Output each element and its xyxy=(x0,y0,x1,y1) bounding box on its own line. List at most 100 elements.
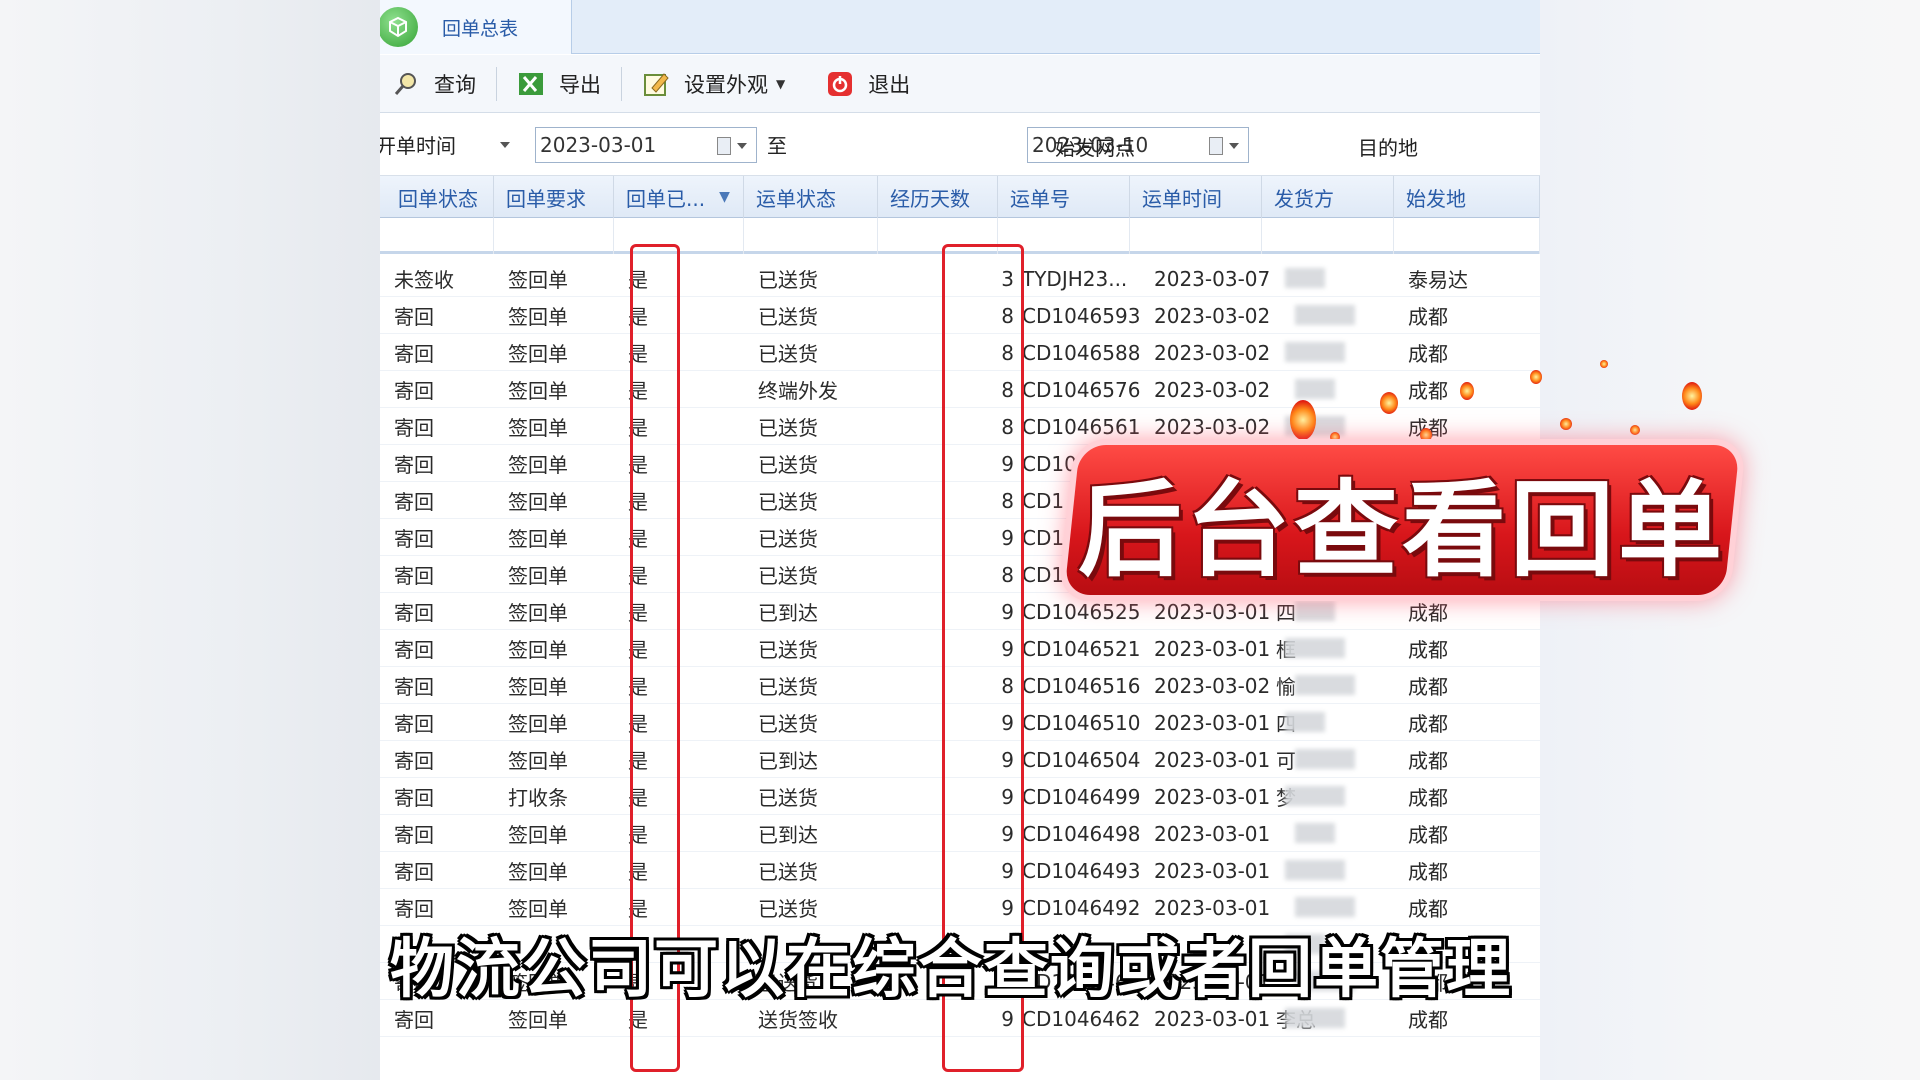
date-from-field[interactable]: 2023-03-01 xyxy=(535,126,757,163)
cell-origin: 泰易达 xyxy=(1408,268,1468,292)
cell-ship: 已送货 xyxy=(758,342,818,366)
appearance-label: 设置外观 xyxy=(684,72,768,97)
filter-bar: 开单时间 2023-03-01 至 2023-03-10 始发网点 ⌄ 目的地 xyxy=(380,114,1540,176)
cell-req: 签回单 xyxy=(508,527,568,551)
subtitle-caption: 物流公司可以在综合查询或者回单管理 xyxy=(390,933,1512,1007)
cell-status: 寄回 xyxy=(394,564,434,588)
cell-origin: 成都 xyxy=(1408,601,1448,625)
cell-origin: 成都 xyxy=(1408,749,1448,773)
cell-status: 未签收 xyxy=(394,268,454,292)
date-type-label: 开单时间 xyxy=(380,134,456,158)
exit-button[interactable]: 退出 xyxy=(814,64,922,104)
column-header[interactable]: 经历天数 xyxy=(878,176,998,218)
cell-req: 签回单 xyxy=(508,712,568,736)
cell-time: 2023-03-01 xyxy=(1154,636,1270,661)
cell-time: 2023-03-01 xyxy=(1154,821,1270,846)
destination-label: 目的地 xyxy=(1358,136,1418,160)
cell-time: 2023-03-01 xyxy=(1154,599,1270,624)
cell-no: CD1046493 xyxy=(1022,858,1141,883)
export-button[interactable]: 导出 xyxy=(505,64,613,104)
cell-no: CD1046498 xyxy=(1022,821,1141,846)
cell-ship: 已送货 xyxy=(758,305,818,329)
cell-ship: 已送货 xyxy=(758,786,818,810)
query-label: 查询 xyxy=(434,72,476,97)
cell-origin: 成都 xyxy=(1394,408,1540,445)
filter-icon[interactable]: ▼ xyxy=(719,189,730,205)
calendar-icon xyxy=(717,136,731,155)
chevron-down-icon xyxy=(737,142,747,149)
tab-receipt-summary[interactable]: 回单总表 xyxy=(380,0,572,54)
cell-no: CD1046516 xyxy=(1022,673,1141,698)
cell-status: 寄回 xyxy=(394,860,434,884)
redacted-sender xyxy=(1285,786,1345,806)
flame-spark xyxy=(1600,360,1608,368)
cell-req: 签回单 xyxy=(508,342,568,366)
column-header-filtered[interactable]: 回单已... ▼ xyxy=(614,176,744,218)
cell-no: CD1046576 xyxy=(1022,377,1141,402)
cell-time: 2023-03-01 xyxy=(1154,747,1270,772)
toolbar-divider xyxy=(621,66,622,101)
cell-origin: 成都 xyxy=(1408,786,1448,810)
cell-ship: 已送货 xyxy=(758,860,818,884)
edit-icon xyxy=(642,70,670,98)
cell-ship: 已送货 xyxy=(758,638,818,662)
excel-icon xyxy=(517,70,545,98)
redacted-sender xyxy=(1295,823,1335,843)
column-header[interactable]: 发货方 xyxy=(1262,176,1394,218)
tab-bar: 回单总表 xyxy=(380,0,1540,54)
column-header[interactable]: 运单号 xyxy=(998,176,1130,218)
cell-no: CD1046510 xyxy=(1022,710,1141,735)
calendar-dropdown[interactable] xyxy=(1202,132,1246,160)
filter-cell[interactable] xyxy=(494,218,614,254)
cell-time: 2023-03-02 xyxy=(1154,414,1270,439)
cell-status: 寄回 xyxy=(394,712,434,736)
cell-origin: 成都 xyxy=(1408,712,1448,736)
filter-cell[interactable] xyxy=(744,218,878,254)
export-label: 导出 xyxy=(559,72,601,97)
cell-ship: 终端外发 xyxy=(758,379,838,403)
column-header[interactable]: 回单要求 xyxy=(494,176,614,218)
search-icon xyxy=(392,70,420,98)
cell-no: CD1046525 xyxy=(1022,599,1141,624)
cell-req: 签回单 xyxy=(508,416,568,440)
cell-status: 寄回 xyxy=(394,601,434,625)
cell-status: 寄回 xyxy=(394,305,434,329)
chevron-down-icon[interactable]: ▼ xyxy=(776,77,785,91)
redacted-sender xyxy=(1295,305,1355,325)
redacted-sender xyxy=(1295,749,1355,769)
power-icon xyxy=(826,70,854,98)
to-label: 至 xyxy=(767,134,787,158)
cell-status: 寄回 xyxy=(394,416,434,440)
cell-origin: 成都 xyxy=(1408,305,1448,329)
toolbar-divider xyxy=(805,67,806,101)
origin-branch-label: 始发网点 xyxy=(1055,136,1135,160)
cell-status: 寄回 xyxy=(394,342,434,366)
cell-time: 2023-03-02 xyxy=(1154,340,1270,365)
date-type-select[interactable]: 开单时间 xyxy=(380,130,510,159)
query-button[interactable]: 查询 xyxy=(380,64,488,104)
chevron-down-icon xyxy=(500,141,510,148)
column-header[interactable]: 运单时间 xyxy=(1130,176,1262,218)
tab-label: 回单总表 xyxy=(442,17,519,40)
cell-status: 寄回 xyxy=(394,823,434,847)
cell-req: 签回单 xyxy=(508,305,568,329)
cell-req: 签回单 xyxy=(508,675,568,699)
background-left xyxy=(0,0,380,1080)
filter-cell[interactable] xyxy=(1130,218,1262,254)
cell-ship: 已送货 xyxy=(758,416,818,440)
column-header[interactable]: 回单状态 xyxy=(380,176,494,218)
column-header[interactable]: 始发地 xyxy=(1394,176,1540,218)
toolbar-divider xyxy=(496,66,497,101)
appearance-button[interactable]: 设置外观 ▼ xyxy=(630,64,797,104)
cell-origin: 成都 xyxy=(1408,675,1448,699)
cell-origin: 成都 xyxy=(1408,860,1448,884)
cell-req: 签回单 xyxy=(508,379,568,403)
filter-cell[interactable] xyxy=(380,218,494,254)
cell-origin: 成都 xyxy=(1408,638,1448,662)
filter-cell[interactable] xyxy=(1262,218,1394,254)
cell-status: 寄回 xyxy=(394,786,434,810)
column-header[interactable]: 运单状态 xyxy=(744,176,878,218)
calendar-dropdown[interactable] xyxy=(710,132,754,160)
filter-cell[interactable] xyxy=(1394,218,1540,254)
column-header-label: 回单已... xyxy=(626,186,706,211)
